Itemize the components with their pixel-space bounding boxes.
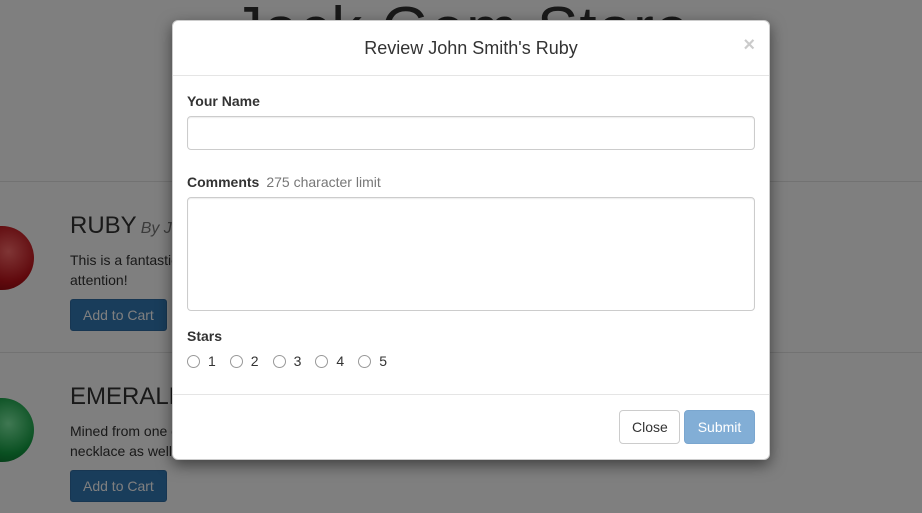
comments-textarea[interactable] [187,197,755,311]
name-label: Your Name [187,93,260,109]
radio-icon[interactable] [315,354,329,368]
close-button[interactable]: Close [619,410,680,444]
stars-label: Stars [187,328,223,344]
star-option-label: 1 [208,353,216,369]
name-input[interactable] [187,116,755,150]
star-option-label: 2 [250,353,259,369]
modal-header: Review John Smith's Ruby × [173,21,769,76]
name-form-group: Your Name [187,93,755,150]
modal-body: Your Name Comments 275 character limit St… [173,76,769,369]
radio-icon[interactable] [358,354,372,368]
modal-title: Review John Smith's Ruby [364,38,578,58]
modal-footer: Close Submit [173,394,769,459]
character-limit-hint: 275 character limit [266,174,381,190]
star-option-label: 5 [379,353,387,369]
close-icon[interactable]: × [743,35,755,55]
stars-radio-group: 1 2 3 4 5 [187,353,755,369]
comments-label: Comments [187,174,260,190]
star-option-3[interactable]: 3 [272,353,302,369]
comments-label-row: Comments 275 character limit [187,174,755,190]
star-option-5[interactable]: 5 [358,353,387,369]
star-option-label: 3 [293,353,302,369]
star-option-2[interactable]: 2 [229,353,259,369]
radio-icon[interactable] [229,354,243,368]
submit-button[interactable]: Submit [684,410,755,444]
comments-form-group: Comments 275 character limit [187,174,755,311]
radio-icon[interactable] [272,354,286,368]
star-option-1[interactable]: 1 [187,353,216,369]
radio-icon[interactable] [187,354,200,368]
review-modal: Review John Smith's Ruby × Your Name Com… [172,20,770,460]
star-option-4[interactable]: 4 [315,353,344,369]
stars-form-group: Stars 1 2 3 4 5 [187,328,755,369]
star-option-label: 4 [336,353,345,369]
